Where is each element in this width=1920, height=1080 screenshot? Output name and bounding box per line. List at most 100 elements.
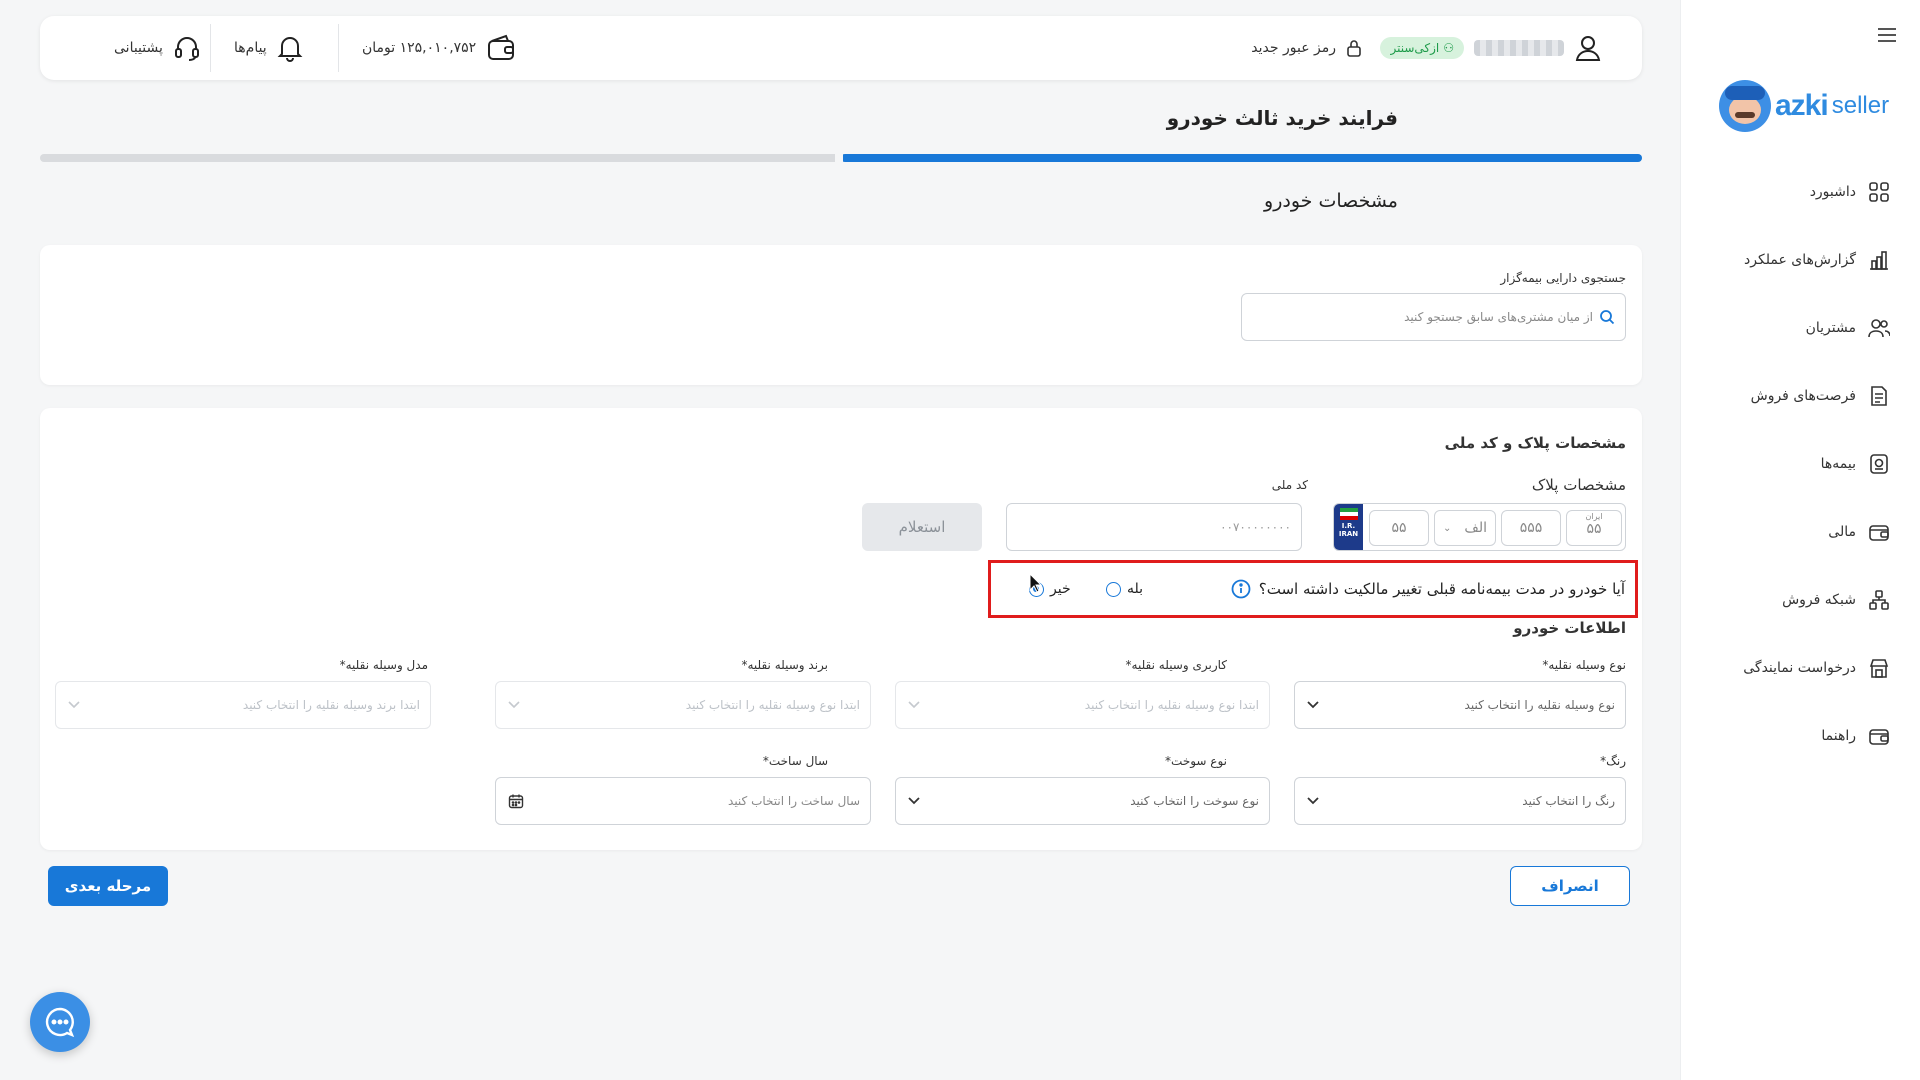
info-icon[interactable] [1231, 579, 1251, 599]
badge-icon: ⚇ [1443, 41, 1454, 55]
vehicle-model-select[interactable]: ابتدا برند وسیله نقلیه را انتخاب کنید [55, 681, 431, 729]
wallet-icon [1868, 521, 1890, 543]
chat-button[interactable] [30, 992, 90, 1052]
bell-icon [277, 34, 303, 62]
sidebar-item-label: بیمه‌ها [1820, 456, 1856, 472]
vehicle-info-title: اطلاعات خودرو [1513, 619, 1626, 637]
search-card: جستجوی دارایی بیمه‌گزار از میان مشتری‌ها… [40, 245, 1642, 385]
plate-part2-input[interactable]: ۵۵۵ [1501, 510, 1561, 546]
search-icon [1599, 309, 1615, 325]
support-link[interactable]: پشتیبانی [114, 16, 201, 80]
sidebar-item-insurances[interactable]: بیمه‌ها [1690, 444, 1890, 484]
sidebar-item-finance[interactable]: مالی [1690, 512, 1890, 552]
vehicle-type-placeholder: نوع وسیله نقلیه را انتخاب کنید [1464, 698, 1615, 712]
iran-flag-icon [1339, 508, 1358, 520]
sidebar-item-sales-network[interactable]: شبکه فروش [1690, 580, 1890, 620]
ownership-question: آیا خودرو در مدت بیمه‌نامه قبلی تغییر ما… [1231, 563, 1625, 615]
build-year-label: سال ساخت* [762, 754, 828, 768]
lock-icon [1346, 39, 1362, 57]
sidebar-item-reports[interactable]: گزارش‌های عملکرد [1690, 240, 1890, 280]
section-title: مشخصات خودرو [1264, 190, 1398, 212]
inquiry-button[interactable]: استعلام [862, 503, 982, 551]
calendar-icon [508, 778, 524, 824]
network-icon [1868, 589, 1890, 611]
headset-icon [173, 34, 201, 62]
store-icon [1868, 657, 1890, 679]
plate-iran-label: ایران [1585, 512, 1603, 521]
sidebar: azki seller داشبورد گزارش‌های عملکرد مشت… [1680, 0, 1920, 1080]
sidebar-item-customers[interactable]: مشتریان [1690, 308, 1890, 348]
yes-radio[interactable] [1106, 581, 1121, 597]
plate-letter-select[interactable]: ⌄ الف [1434, 510, 1496, 546]
color-label: رنگ* [1600, 754, 1626, 768]
hamburger-menu-icon[interactable] [1876, 26, 1898, 48]
no-label: خیر [1050, 581, 1071, 597]
chevron-down-icon [68, 682, 80, 728]
plate-region-input[interactable]: ایران ۵۵ [1566, 510, 1622, 546]
vehicle-type-label: نوع وسیله نقلیه* [1542, 658, 1626, 672]
user-name-masked [1474, 40, 1564, 56]
national-code-input[interactable]: ۰۰۷۰۰۰۰۰۰۰۰ [1006, 503, 1302, 551]
user-profile[interactable]: ⚇ ازکی‌سنتر [1380, 16, 1602, 80]
yes-label: بله [1127, 581, 1144, 597]
build-year-placeholder: سال ساخت را انتخاب کنید [728, 794, 860, 808]
sidebar-item-dashboard[interactable]: داشبورد [1690, 172, 1890, 212]
search-label: جستجوی دارایی بیمه‌گزار [1500, 271, 1626, 285]
color-select[interactable]: رنگ را انتخاب کنید [1294, 777, 1626, 825]
chevron-down-icon [908, 682, 920, 728]
chevron-down-icon [908, 778, 920, 824]
vehicle-usage-select[interactable]: ابتدا نوع وسیله نقلیه را انتخاب کنید [895, 681, 1270, 729]
plate-label: مشخصات پلاک [1531, 476, 1626, 494]
progress-fill [841, 154, 1642, 162]
vehicle-usage-placeholder: ابتدا نوع وسیله نقلیه را انتخاب کنید [1084, 698, 1259, 712]
dashboard-icon [1868, 181, 1890, 203]
messages-label: پیام‌ها [234, 40, 267, 56]
ownership-question-box: آیا خودرو در مدت بیمه‌نامه قبلی تغییر ما… [988, 560, 1638, 618]
sidebar-item-guide[interactable]: راهنما [1690, 716, 1890, 756]
sidebar-item-label: مالی [1828, 524, 1856, 540]
plate-card-title: مشخصات پلاک و کد ملی [1444, 434, 1626, 452]
main-area: ⚇ ازکی‌سنتر رمز عبور جدید پشتیبانی پیام‌… [0, 0, 1680, 1080]
cancel-button[interactable]: انصراف [1510, 866, 1630, 906]
sidebar-item-label: درخواست نمایندگی [1743, 660, 1856, 676]
color-placeholder: رنگ را انتخاب کنید [1522, 794, 1615, 808]
plate-part1-input[interactable]: ۵۵ [1369, 510, 1429, 546]
chevron-down-icon [1307, 682, 1319, 728]
sidebar-item-label: گزارش‌های عملکرد [1744, 252, 1856, 268]
fuel-type-placeholder: نوع سوخت را انتخاب کنید [1130, 794, 1259, 808]
chevron-down-icon [508, 682, 520, 728]
search-placeholder: از میان مشتری‌های سابق جستجو کنید [1404, 310, 1593, 324]
chat-icon [43, 1005, 77, 1039]
badge-label: ازکی‌سنتر [1390, 41, 1440, 55]
search-input[interactable]: از میان مشتری‌های سابق جستجو کنید [1241, 293, 1626, 341]
app-logo[interactable]: azki seller [1719, 80, 1889, 132]
next-step-button[interactable]: مرحله بعدی [48, 866, 168, 906]
chevron-down-icon [1307, 778, 1319, 824]
vehicle-usage-label: کاربری وسیله نقلیه* [1125, 658, 1227, 672]
document-icon [1868, 385, 1890, 407]
change-password-link[interactable]: رمز عبور جدید [1251, 16, 1362, 80]
logo-word-1: azki [1775, 89, 1829, 122]
sidebar-item-label: فرصت‌های فروش [1750, 388, 1856, 404]
vehicle-model-label: مدل وسیله نقلیه* [339, 658, 428, 672]
divider [338, 24, 339, 72]
sidebar-item-agency-request[interactable]: درخواست نمایندگی [1690, 648, 1890, 688]
ownership-yes-option[interactable]: بله [1106, 563, 1143, 615]
plate-country-label: I.R. IRAN [1338, 522, 1359, 538]
insurance-icon [1868, 453, 1890, 475]
national-code-label: کد ملی [1271, 478, 1308, 492]
wallet-amount: ۱۲۵,۰۱۰,۷۵۲ تومان [362, 40, 477, 56]
wallet-balance[interactable]: ۱۲۵,۰۱۰,۷۵۲ تومان [362, 16, 516, 80]
wallet-icon [486, 34, 516, 62]
license-plate: I.R. IRAN ۵۵ ⌄ الف ۵۵۵ ایران ۵۵ [1333, 503, 1626, 551]
fuel-type-select[interactable]: نوع سوخت را انتخاب کنید [895, 777, 1270, 825]
vehicle-brand-select[interactable]: ابتدا نوع وسیله نقلیه را انتخاب کنید [495, 681, 871, 729]
sidebar-item-opportunities[interactable]: فرصت‌های فروش [1690, 376, 1890, 416]
chart-icon [1868, 249, 1890, 271]
vehicle-type-select[interactable]: نوع وسیله نقلیه را انتخاب کنید [1294, 681, 1626, 729]
vehicle-brand-placeholder: ابتدا نوع وسیله نقلیه را انتخاب کنید [685, 698, 860, 712]
users-icon [1868, 317, 1890, 339]
guide-icon [1868, 725, 1890, 747]
build-year-picker[interactable]: سال ساخت را انتخاب کنید [495, 777, 871, 825]
messages-link[interactable]: پیام‌ها [234, 16, 303, 80]
